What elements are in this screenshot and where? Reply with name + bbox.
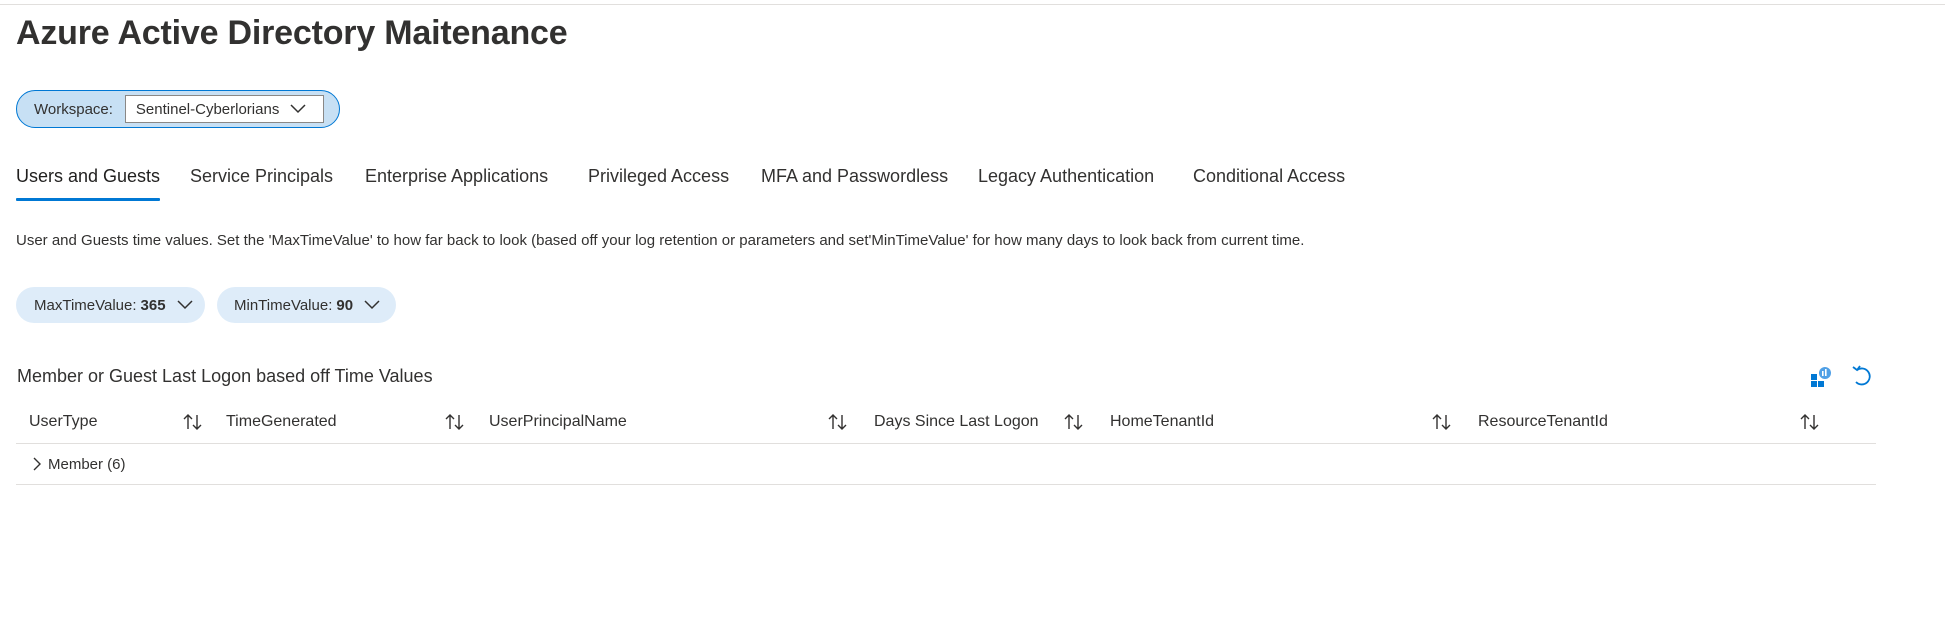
column-header-usertype[interactable]: UserType	[29, 413, 97, 431]
sort-icon[interactable]	[1799, 412, 1821, 432]
column-header-hometenantid[interactable]: HomeTenantId	[1110, 413, 1214, 431]
results-grid: UserType TimeGenerated UserPrincipalName…	[16, 403, 1876, 485]
tab-privileged-access[interactable]: Privileged Access	[588, 166, 729, 202]
param-value: 90	[336, 296, 354, 314]
grid-header-row: UserType TimeGenerated UserPrincipalName…	[16, 403, 1876, 444]
tab-label: MFA and Passwordless	[761, 166, 949, 186]
tab-description: User and Guests time values. Set the 'Ma…	[16, 232, 1305, 249]
workspace-parameter: Workspace: Sentinel-Cyberlorians	[16, 90, 340, 128]
tab-conditional-access[interactable]: Conditional Access	[1193, 166, 1345, 202]
tab-enterprise-applications[interactable]: Enterprise Applications	[365, 166, 548, 202]
tab-label: Privileged Access	[588, 166, 730, 186]
column-header-resourcetenantid[interactable]: ResourceTenantId	[1478, 413, 1608, 431]
section-title: Member or Guest Last Logon based off Tim…	[17, 366, 433, 386]
active-tab-indicator	[16, 198, 161, 201]
max-time-value-dropdown[interactable]: MaxTimeValue: 365	[16, 287, 205, 323]
column-header-timegenerated[interactable]: TimeGenerated	[226, 413, 337, 431]
chevron-down-icon	[364, 300, 380, 310]
page-title: Azure Active Directory Maitenance	[16, 14, 568, 52]
param-label: MinTimeValue:	[234, 296, 333, 314]
column-header-userprincipalname[interactable]: UserPrincipalName	[489, 413, 627, 431]
tab-mfa-and-passwordless[interactable]: MFA and Passwordless	[761, 166, 948, 202]
column-header-days-since-last-logon[interactable]: Days Since Last Logon	[874, 413, 1039, 431]
tab-service-principals[interactable]: Service Principals	[190, 166, 333, 202]
chevron-down-icon	[177, 300, 193, 310]
sort-icon[interactable]	[827, 412, 849, 432]
tab-label: Legacy Authentication	[978, 166, 1155, 186]
workspace-value: Sentinel-Cyberlorians	[135, 100, 280, 118]
sort-icon[interactable]	[1431, 412, 1453, 432]
tab-list: Users and Guests Service Principals Ente…	[16, 166, 1416, 204]
sort-icon[interactable]	[1063, 412, 1085, 432]
param-value: 365	[140, 296, 166, 314]
tab-label: Users and Guests	[16, 166, 161, 186]
refresh-icon[interactable]	[1849, 364, 1875, 390]
open-in-logs-icon[interactable]	[1808, 364, 1834, 390]
min-time-value-dropdown[interactable]: MinTimeValue: 90	[217, 287, 396, 323]
group-label: Member (6)	[48, 456, 126, 473]
tab-label: Service Principals	[190, 166, 334, 186]
tab-users-and-guests[interactable]: Users and Guests	[16, 166, 161, 202]
chevron-down-icon	[290, 104, 306, 114]
param-label: MaxTimeValue:	[34, 296, 137, 314]
chevron-right-icon	[33, 457, 41, 471]
sort-icon[interactable]	[182, 412, 204, 432]
workspace-label: Workspace:	[34, 100, 113, 118]
sort-icon[interactable]	[444, 412, 466, 432]
group-row-member[interactable]: Member (6)	[16, 444, 1876, 485]
tab-label: Enterprise Applications	[365, 166, 549, 186]
tab-label: Conditional Access	[1193, 166, 1346, 186]
top-divider	[0, 4, 1945, 5]
tab-legacy-authentication[interactable]: Legacy Authentication	[978, 166, 1154, 202]
workspace-dropdown[interactable]: Sentinel-Cyberlorians	[124, 95, 324, 123]
